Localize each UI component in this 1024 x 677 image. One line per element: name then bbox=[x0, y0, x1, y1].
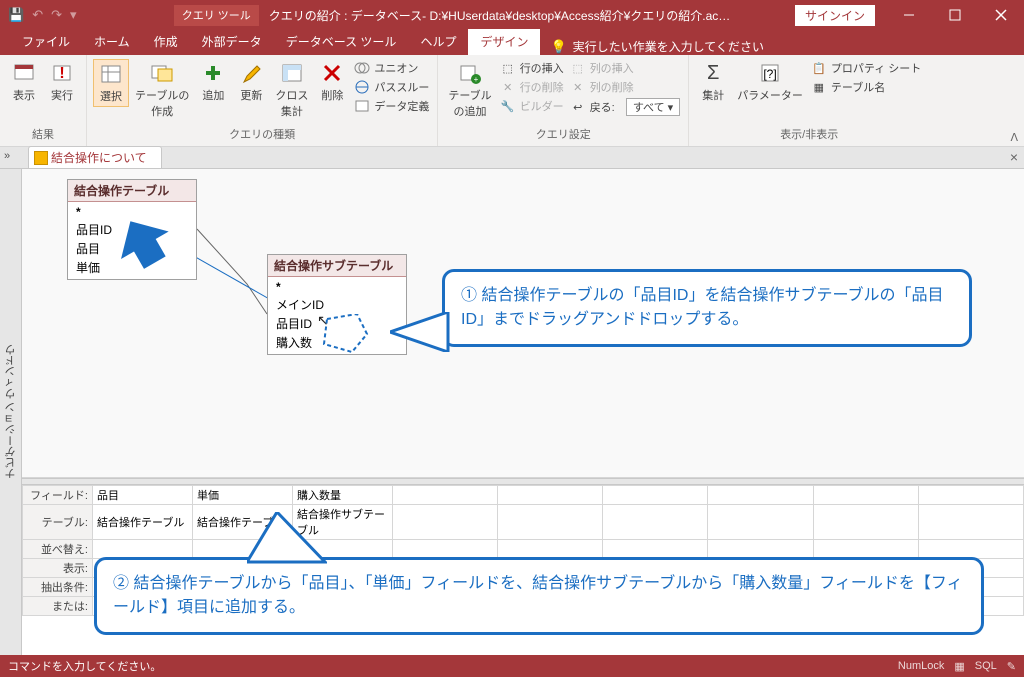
expand-all-icon[interactable]: » bbox=[4, 150, 10, 162]
svg-text:!: ! bbox=[59, 65, 64, 82]
callout-2: ② 結合操作テーブルから「品目」、「単価」フィールドを、結合操作サブテーブルから… bbox=[94, 557, 984, 635]
table-box-1[interactable]: 結合操作テーブル * 品目ID 品目 単価 bbox=[67, 179, 197, 280]
append-button[interactable]: 追加 bbox=[195, 59, 231, 105]
tell-me-placeholder: 実行したい作業を入力してください bbox=[573, 38, 764, 55]
group-setup: +テーブル の追加 ⬚行の挿入 ✕行の削除 🔧ビルダー ⬚列の挿入 ✕列の削除 … bbox=[438, 55, 689, 146]
datasheet-view-icon[interactable]: ▦ bbox=[954, 660, 964, 673]
drag-outline-icon bbox=[322, 314, 370, 354]
svg-text:[?]: [?] bbox=[763, 67, 776, 81]
qa-customize-icon[interactable]: ▾ bbox=[70, 7, 77, 23]
select-query-button[interactable]: 選択 bbox=[93, 59, 129, 107]
row-sort-label: 並べ替え: bbox=[23, 540, 93, 559]
tab-help[interactable]: ヘルプ bbox=[408, 29, 468, 55]
save-icon[interactable]: 💾 bbox=[8, 7, 24, 23]
signin-button[interactable]: サインイン bbox=[794, 4, 876, 27]
query-grid[interactable]: フィールド: 品目 単価 購入数量 テーブル: 結合操作テーブル 結合操作テーブ… bbox=[22, 485, 1024, 655]
table1-field-2[interactable]: 品目 bbox=[74, 239, 190, 258]
tables-pane[interactable]: 結合操作テーブル * 品目ID 品目 単価 結合操作サブテーブル * メインID… bbox=[22, 169, 1024, 478]
title-bar: 💾 ↶ ↷ ▾ クエリ ツール クエリの紹介 : データベース- D:¥HUse… bbox=[0, 0, 1024, 30]
addtable-button[interactable]: +テーブル の追加 bbox=[444, 59, 495, 121]
row-table-label: テーブル: bbox=[23, 505, 93, 540]
delete-col-button[interactable]: ✕列の削除 bbox=[568, 78, 683, 96]
design-view-icon[interactable]: ✎ bbox=[1007, 660, 1016, 673]
document-tab-well: » 結合操作について × bbox=[0, 147, 1024, 169]
row-or-label: または: bbox=[23, 597, 93, 616]
table2-field-1[interactable]: メインID bbox=[274, 295, 400, 314]
undo-icon[interactable]: ↶ bbox=[32, 7, 43, 23]
return-combo[interactable]: ↩戻る: すべて ▾ bbox=[568, 97, 683, 117]
group-results: 表示 !実行 結果 bbox=[0, 55, 87, 146]
bulb-icon: 💡 bbox=[550, 39, 566, 55]
nav-pane-collapsed[interactable]: ナビゲーション ウィンドウ bbox=[0, 169, 22, 655]
status-bar: コマンドを入力してください。 NumLock ▦ SQL ✎ bbox=[0, 655, 1024, 677]
group-qtype: 選択 テーブルの 作成 追加 更新 クロス 集計 削除 ユニオン パススルー デ… bbox=[87, 55, 438, 146]
row-show-label: 表示: bbox=[23, 559, 93, 578]
collapse-ribbon-icon[interactable]: ᐱ bbox=[1010, 131, 1018, 144]
contextual-tab-label: クエリ ツール bbox=[174, 5, 259, 26]
group-setup-label: クエリ設定 bbox=[444, 126, 682, 144]
quick-access-toolbar: 💾 ↶ ↷ ▾ bbox=[0, 7, 110, 23]
crosstab-button[interactable]: クロス 集計 bbox=[271, 59, 312, 121]
redo-icon[interactable]: ↷ bbox=[51, 7, 62, 23]
tell-me-search[interactable]: 💡 実行したい作業を入力してください bbox=[550, 38, 763, 55]
propsheet-button[interactable]: 📋プロパティ シート bbox=[809, 59, 923, 77]
query-design-area: 結合操作テーブル * 品目ID 品目 単価 結合操作サブテーブル * メインID… bbox=[22, 169, 1024, 655]
close-button[interactable] bbox=[978, 0, 1024, 30]
grid-field-1[interactable]: 単価 bbox=[197, 490, 219, 502]
update-button[interactable]: 更新 bbox=[233, 59, 269, 105]
group-qtype-label: クエリの種類 bbox=[93, 126, 431, 144]
table1-field-3[interactable]: 単価 bbox=[74, 258, 190, 277]
table1-star[interactable]: * bbox=[74, 204, 190, 220]
status-text: コマンドを入力してください。 bbox=[8, 658, 161, 674]
close-tab-icon[interactable]: × bbox=[1010, 149, 1018, 165]
union-button[interactable]: ユニオン bbox=[352, 59, 431, 77]
maketable-button[interactable]: テーブルの 作成 bbox=[131, 59, 193, 121]
table1-field-1[interactable]: 品目ID bbox=[74, 220, 190, 239]
delete-query-button[interactable]: 削除 bbox=[314, 59, 350, 105]
tab-file[interactable]: ファイル bbox=[10, 29, 82, 55]
sql-view-icon[interactable]: SQL bbox=[975, 660, 997, 672]
table2-star[interactable]: * bbox=[274, 279, 400, 295]
totals-button[interactable]: Σ集計 bbox=[695, 59, 731, 105]
window-title: クエリの紹介 : データベース- D:¥HUserdata¥desktop¥Ac… bbox=[269, 7, 731, 24]
group-showhide-label: 表示/非表示 bbox=[695, 126, 923, 144]
group-results-label: 結果 bbox=[6, 126, 80, 144]
doc-tab-join[interactable]: 結合操作について bbox=[28, 146, 162, 168]
params-button[interactable]: [?]パラメーター bbox=[733, 59, 807, 105]
group-showhide: Σ集計 [?]パラメーター 📋プロパティ シート ▦テーブル名 表示/非表示 bbox=[689, 55, 929, 146]
tablenames-button[interactable]: ▦テーブル名 bbox=[809, 78, 923, 96]
minimize-button[interactable] bbox=[886, 0, 932, 30]
tab-external[interactable]: 外部データ bbox=[190, 29, 274, 55]
insert-col-button[interactable]: ⬚列の挿入 bbox=[568, 59, 683, 77]
ribbon-tabs: ファイル ホーム 作成 外部データ データベース ツール ヘルプ デザイン 💡 … bbox=[0, 30, 1024, 55]
svg-text:+: + bbox=[474, 75, 479, 84]
grid-table-0[interactable]: 結合操作テーブル bbox=[93, 505, 193, 540]
run-button[interactable]: !実行 bbox=[44, 59, 80, 105]
maximize-button[interactable] bbox=[932, 0, 978, 30]
view-button[interactable]: 表示 bbox=[6, 59, 42, 105]
grid-field-2[interactable]: 購入数量 bbox=[293, 486, 393, 505]
row-field-label: フィールド: bbox=[23, 486, 93, 505]
row-criteria-label: 抽出条件: bbox=[23, 578, 93, 597]
insert-row-button[interactable]: ⬚行の挿入 bbox=[498, 59, 566, 77]
tab-design[interactable]: デザイン bbox=[468, 29, 540, 55]
builder-button[interactable]: 🔧ビルダー bbox=[498, 97, 566, 115]
tab-create[interactable]: 作成 bbox=[142, 29, 190, 55]
callout-1: ① 結合操作テーブルの「品目ID」を結合操作サブテーブルの「品目ID」までドラッ… bbox=[442, 269, 972, 347]
tab-dbtools[interactable]: データベース ツール bbox=[274, 29, 409, 55]
splitter[interactable] bbox=[22, 478, 1024, 485]
table1-title: 結合操作テーブル bbox=[68, 180, 196, 202]
ribbon: 表示 !実行 結果 選択 テーブルの 作成 追加 更新 クロス 集計 削除 ユニ… bbox=[0, 55, 1024, 147]
nav-pane-label: ナビゲーション ウィンドウ bbox=[3, 344, 19, 479]
tab-home[interactable]: ホーム bbox=[82, 29, 142, 55]
passthrough-button[interactable]: パススルー bbox=[352, 78, 431, 96]
grid-field-0[interactable]: 品目 bbox=[93, 486, 193, 505]
table2-title: 結合操作サブテーブル bbox=[268, 255, 406, 277]
delete-row-button[interactable]: ✕行の削除 bbox=[498, 78, 566, 96]
numlock-indicator: NumLock bbox=[898, 660, 944, 672]
datadef-button[interactable]: データ定義 bbox=[352, 97, 431, 115]
